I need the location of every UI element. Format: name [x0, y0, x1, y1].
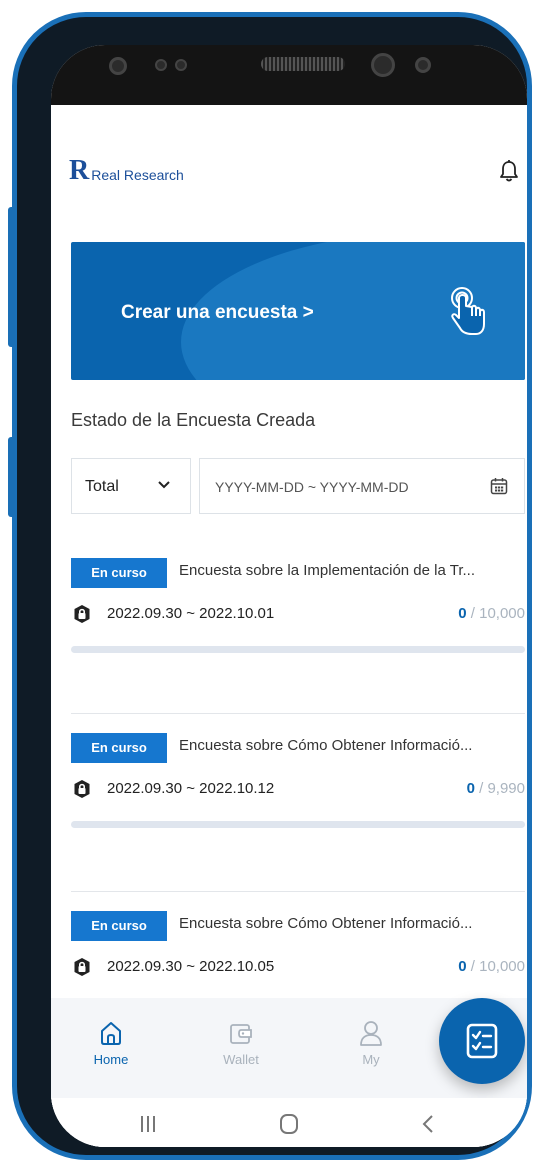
response-count: 0 / 10,000	[458, 605, 525, 622]
nav-wallet[interactable]: Wallet	[201, 1020, 281, 1067]
front-camera-icon	[371, 53, 395, 77]
recents-icon[interactable]	[133, 1112, 163, 1136]
wallet-icon	[230, 1024, 252, 1044]
survey-dates: 2022.09.30 ~ 2022.10.05	[107, 958, 275, 975]
side-button	[8, 437, 15, 517]
sensor-icon	[175, 59, 187, 71]
survey-fab-button[interactable]	[439, 998, 525, 1084]
status-filter-select[interactable]: Total	[71, 458, 191, 514]
response-current: 0	[458, 605, 467, 622]
divider	[71, 713, 525, 714]
section-title: Estado de la Encuesta Creada	[71, 410, 316, 430]
nav-label-wallet: Wallet	[223, 1052, 259, 1067]
create-survey-banner[interactable]: Crear una encuesta >	[71, 242, 525, 380]
status-filter-value: Total	[85, 478, 119, 495]
sensor-icon	[415, 57, 431, 73]
camera-icon	[109, 57, 127, 75]
divider	[71, 891, 525, 892]
response-progress-bar	[71, 821, 525, 828]
phone-frame: R Real Research Crear una encuesta > Est…	[8, 12, 532, 1160]
status-badge: En curso	[71, 733, 167, 763]
logo-text: Real Research	[91, 167, 184, 183]
logo-mark: R	[69, 155, 90, 186]
date-range-placeholder: YYYY-MM-DD ~ YYYY-MM-DD	[215, 479, 409, 495]
tap-hand-icon	[451, 287, 485, 335]
response-current: 0	[466, 780, 475, 797]
response-total: / 10,000	[470, 605, 525, 622]
nav-label-my: My	[362, 1052, 380, 1067]
home-circle-icon[interactable]	[274, 1112, 304, 1136]
lock-icon	[74, 605, 90, 623]
app-logo[interactable]: R Real Research	[69, 157, 184, 185]
date-range-input[interactable]: YYYY-MM-DD ~ YYYY-MM-DD	[199, 458, 525, 514]
system-nav-bar	[51, 1098, 527, 1147]
response-total: / 9,990	[479, 780, 525, 797]
home-icon	[101, 1022, 121, 1045]
response-count: 0 / 10,000	[458, 958, 525, 975]
create-survey-link[interactable]: Crear una encuesta >	[121, 302, 314, 324]
survey-title[interactable]: Encuesta sobre Cómo Obtener Informació..…	[179, 737, 525, 754]
response-current: 0	[458, 958, 467, 975]
camera-strip	[51, 45, 527, 105]
survey-dates: 2022.09.30 ~ 2022.10.12	[107, 780, 275, 797]
survey-checklist-icon	[466, 1023, 498, 1059]
chevron-down-icon	[158, 481, 170, 489]
volume-button	[8, 207, 15, 347]
bell-icon[interactable]	[499, 159, 519, 183]
survey-item[interactable]: En curso Encuesta sobre Cómo Obtener Inf…	[51, 733, 527, 863]
survey-title[interactable]: Encuesta sobre la Implementación de la T…	[179, 562, 525, 579]
lock-icon	[74, 958, 90, 976]
status-badge: En curso	[71, 558, 167, 588]
top-bar: R Real Research	[51, 105, 527, 201]
phone-screen: R Real Research Crear una encuesta > Est…	[51, 45, 527, 1147]
speaker-grille	[261, 57, 345, 71]
app-view: R Real Research Crear una encuesta > Est…	[51, 105, 527, 1147]
user-icon	[360, 1021, 382, 1046]
survey-title[interactable]: Encuesta sobre Cómo Obtener Informació..…	[179, 915, 525, 932]
response-progress-bar	[71, 646, 525, 653]
status-badge: En curso	[71, 911, 167, 941]
response-total: / 10,000	[470, 958, 525, 975]
survey-item[interactable]: En curso Encuesta sobre la Implementació…	[51, 558, 527, 688]
nav-my[interactable]: My	[331, 1020, 411, 1067]
nav-label-home: Home	[93, 1052, 129, 1067]
lock-icon	[74, 780, 90, 798]
back-icon[interactable]	[413, 1112, 443, 1136]
sensor-icon	[155, 59, 167, 71]
response-count: 0 / 9,990	[467, 780, 525, 797]
calendar-icon[interactable]	[490, 477, 508, 495]
survey-dates: 2022.09.30 ~ 2022.10.01	[107, 605, 275, 622]
nav-home[interactable]: Home	[71, 1020, 151, 1067]
